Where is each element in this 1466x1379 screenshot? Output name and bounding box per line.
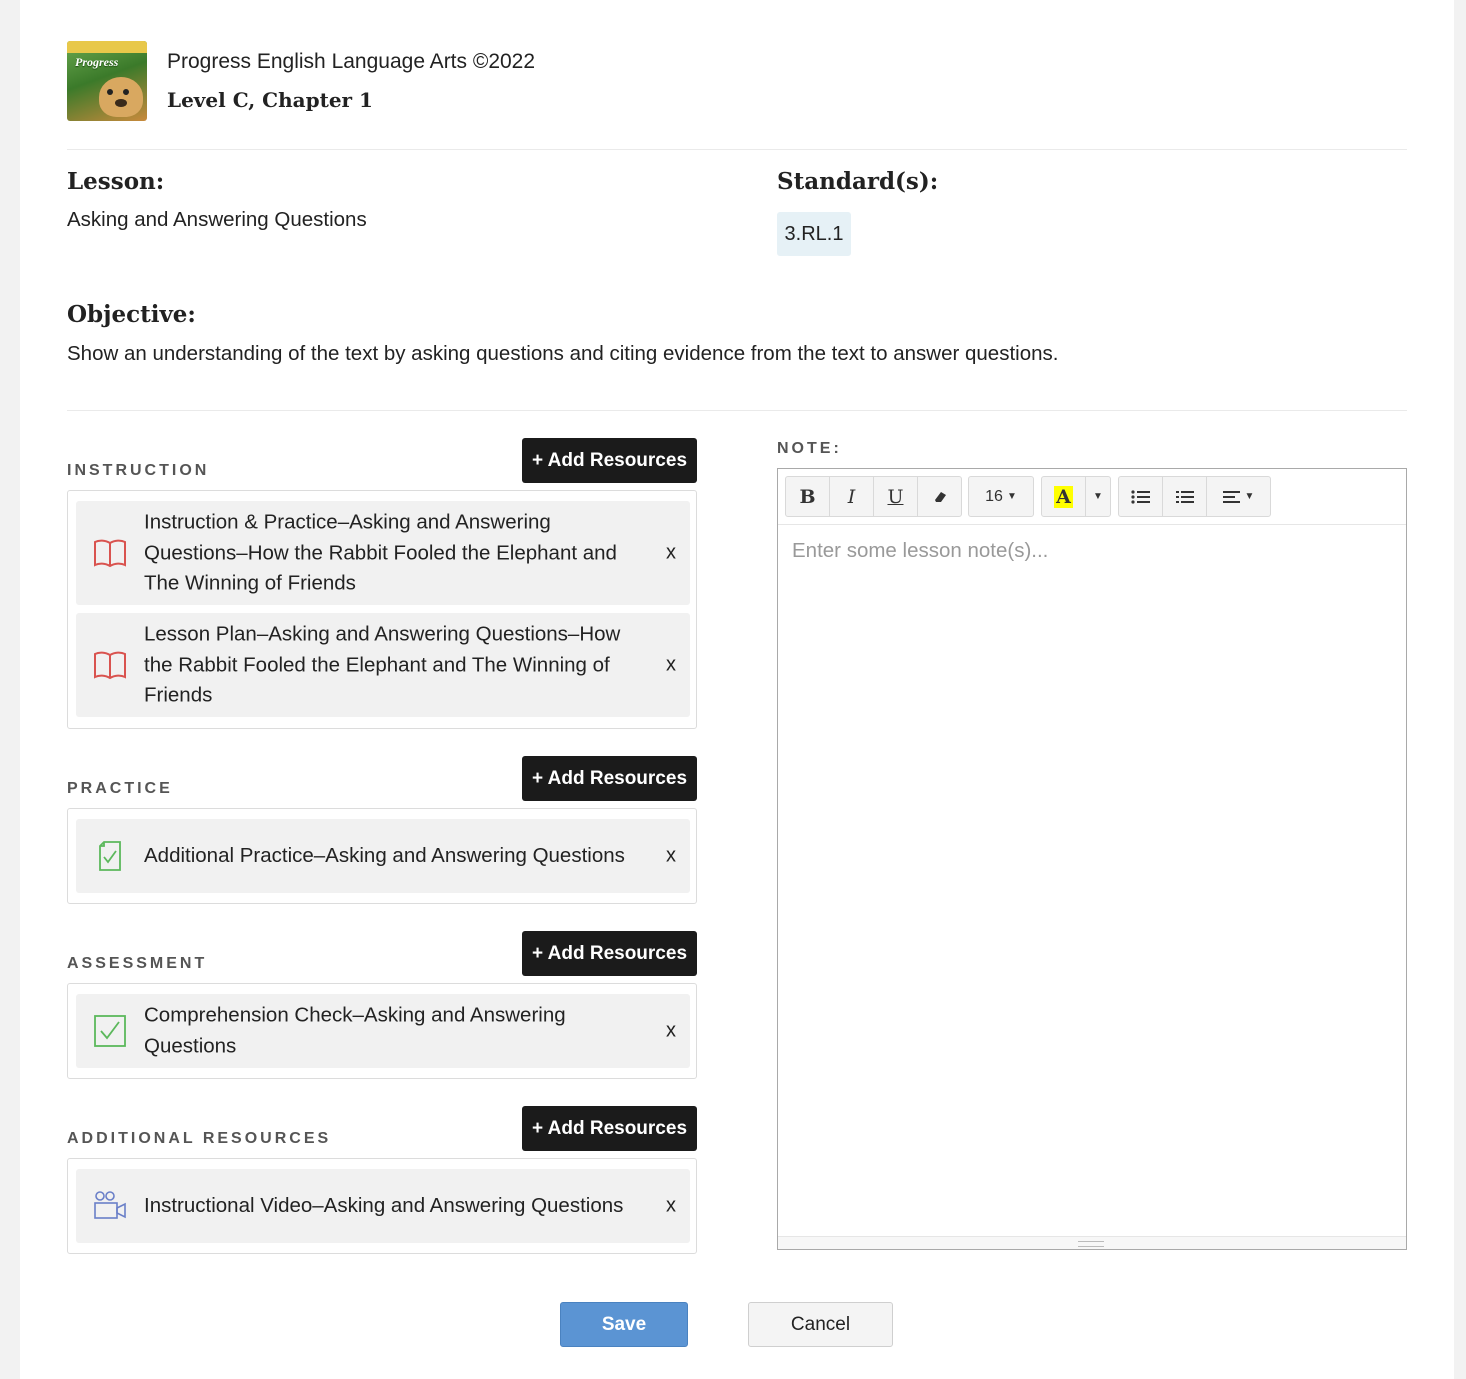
resource-list-assessment: Comprehension Check–Asking and Answering… xyxy=(67,983,697,1079)
numbered-list-icon xyxy=(1175,490,1194,503)
cover-dog-illustration xyxy=(99,77,143,117)
lesson-label: Lesson: xyxy=(67,168,165,195)
bulleted-list-icon xyxy=(1130,489,1150,504)
save-button[interactable]: Save xyxy=(560,1302,688,1347)
font-size-label: 16 xyxy=(985,487,1003,505)
note-textarea-placeholder[interactable]: Enter some lesson note(s)... xyxy=(792,539,1048,563)
standards-label: Standard(s): xyxy=(777,168,939,195)
bold-button[interactable]: B xyxy=(786,477,830,516)
font-size-value: 16 ▼ xyxy=(969,477,1033,516)
resource-title[interactable]: Additional Practice–Asking and Answering… xyxy=(144,841,644,872)
bulleted-list-button[interactable] xyxy=(1119,477,1163,516)
video-camera-icon xyxy=(94,1191,126,1219)
format-button-group: B I U xyxy=(785,476,962,517)
resource-list-practice: Additional Practice–Asking and Answering… xyxy=(67,808,697,904)
book-header: Progress Progress English Language Arts … xyxy=(67,41,1407,150)
add-resources-button-instruction[interactable]: + Add Resources xyxy=(522,438,697,483)
highlight-dropdown-button[interactable]: ▼ xyxy=(1086,477,1110,516)
highlight-a-icon: A xyxy=(1054,485,1073,508)
objective-text: Show an understanding of the text by ask… xyxy=(67,342,1059,365)
lesson-editor-page: Progress Progress English Language Arts … xyxy=(20,0,1454,1379)
cover-stripe xyxy=(67,41,147,53)
caret-down-icon: ▼ xyxy=(1006,491,1017,502)
checkbox-icon xyxy=(94,1015,126,1047)
section-label-assessment: ASSESSMENT xyxy=(67,955,208,972)
add-resources-button-practice[interactable]: + Add Resources xyxy=(522,756,697,801)
section-label-practice: PRACTICE xyxy=(67,780,173,797)
caret-down-icon: ▼ xyxy=(1244,491,1255,502)
book-chapter: Level C, Chapter 1 xyxy=(167,88,373,112)
remove-resource-button[interactable]: x xyxy=(666,654,676,677)
resource-item[interactable]: Instructional Video–Asking and Answering… xyxy=(76,1169,690,1243)
caret-down-icon: ▼ xyxy=(1093,491,1103,502)
align-left-icon xyxy=(1222,490,1240,503)
numbered-list-button[interactable] xyxy=(1163,477,1207,516)
book-icon xyxy=(94,651,126,680)
section-label-instruction: INSTRUCTION xyxy=(67,462,210,479)
resource-item[interactable]: Comprehension Check–Asking and Answering… xyxy=(76,994,690,1068)
list-button-group: ▼ xyxy=(1118,476,1271,517)
note-label: NOTE: xyxy=(777,440,842,457)
highlight-color-button[interactable]: A xyxy=(1042,477,1086,516)
font-size-dropdown[interactable]: 16 ▼ xyxy=(968,476,1034,517)
resource-item[interactable]: Additional Practice–Asking and Answering… xyxy=(76,819,690,893)
note-editor[interactable]: B I U 16 ▼ A ▼ ▼ Enter some lesson note(… xyxy=(777,468,1407,1250)
eraser-button[interactable] xyxy=(918,477,961,516)
book-title: Progress English Language Arts ©2022 xyxy=(167,50,536,73)
resource-item[interactable]: Instruction & Practice–Asking and Answer… xyxy=(76,501,690,605)
lesson-name: Asking and Answering Questions xyxy=(67,208,367,231)
book-icon xyxy=(94,539,126,568)
italic-button[interactable]: I xyxy=(830,477,874,516)
section-divider xyxy=(67,410,1407,411)
resource-item[interactable]: Lesson Plan–Asking and Answering Questio… xyxy=(76,613,690,717)
clipboard-check-icon xyxy=(99,841,121,871)
resource-title[interactable]: Comprehension Check–Asking and Answering… xyxy=(144,1001,644,1062)
align-dropdown-button[interactable]: ▼ xyxy=(1207,477,1270,516)
resource-list-instruction: Instruction & Practice–Asking and Answer… xyxy=(67,490,697,729)
cancel-button[interactable]: Cancel xyxy=(748,1302,893,1347)
cover-title: Progress xyxy=(75,55,119,69)
resource-title[interactable]: Instructional Video–Asking and Answering… xyxy=(144,1191,644,1222)
editor-toolbar: B I U 16 ▼ A ▼ ▼ xyxy=(778,469,1406,525)
remove-resource-button[interactable]: x xyxy=(666,845,676,868)
remove-resource-button[interactable]: x xyxy=(666,1195,676,1218)
add-resources-button-assessment[interactable]: + Add Resources xyxy=(522,931,697,976)
standard-badge[interactable]: 3.RL.1 xyxy=(777,212,851,256)
highlight-button-group: A ▼ xyxy=(1041,476,1111,517)
resource-title[interactable]: Instruction & Practice–Asking and Answer… xyxy=(144,507,644,599)
section-label-additional-resources: ADDITIONAL RESOURCES xyxy=(67,1130,332,1147)
eraser-icon xyxy=(934,491,946,502)
objective-label: Objective: xyxy=(67,301,196,328)
add-resources-button-additional[interactable]: + Add Resources xyxy=(522,1106,697,1151)
book-cover-image: Progress xyxy=(67,41,147,121)
editor-resize-handle[interactable] xyxy=(778,1236,1406,1249)
resource-list-additional: Instructional Video–Asking and Answering… xyxy=(67,1158,697,1254)
remove-resource-button[interactable]: x xyxy=(666,1020,676,1043)
resource-title[interactable]: Lesson Plan–Asking and Answering Questio… xyxy=(144,619,644,711)
remove-resource-button[interactable]: x xyxy=(666,542,676,565)
underline-button[interactable]: U xyxy=(874,477,918,516)
